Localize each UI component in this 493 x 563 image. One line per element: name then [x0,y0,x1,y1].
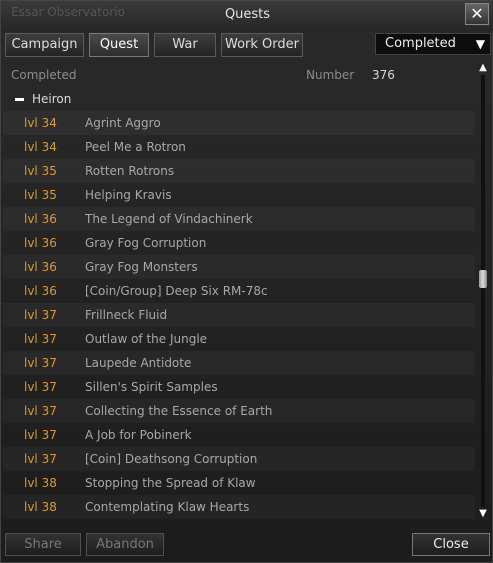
quest-level: lvl 38 [24,476,57,490]
quest-name: Gray Fog Monsters [85,260,198,274]
number-value: 376 [372,68,395,82]
quest-list: lvl 34 Agrint Aggro lvl 34 Peel Me a Rotron… [3,111,475,519]
quest-level: lvl 37 [24,356,57,370]
quest-level: lvl 37 [24,404,57,418]
quest-level: lvl 36 [24,212,57,226]
quest-row[interactable]: lvl 37 [Coin] Deathsong Corruption [3,447,475,471]
quest-row[interactable]: lvl 37 Frillneck Fluid [3,303,475,327]
quest-name: The Legend of Vindachinerk [85,212,253,226]
window-title: Quests [224,7,271,22]
quest-level: lvl 37 [24,308,57,322]
quest-row[interactable]: lvl 36 [Coin/Group] Deep Six RM-78c [3,279,475,303]
quest-row[interactable]: lvl 37 Outlaw of the Jungle [3,327,475,351]
quest-row[interactable]: lvl 37 Sillen's Spirit Samples [3,375,475,399]
quest-row[interactable]: lvl 37 Laupede Antidote [3,351,475,375]
quest-name: Outlaw of the Jungle [85,332,208,346]
quest-level: lvl 36 [24,284,57,298]
quest-level: lvl 35 [24,188,57,202]
quest-row[interactable]: lvl 37 A Job for Pobinerk [3,423,475,447]
share-button[interactable]: Share [5,533,81,556]
quest-name: Peel Me a Rotron [85,140,186,154]
title-bar[interactable]: Essar Observatorio Quests ✕ [1,1,493,31]
quest-row[interactable]: lvl 35 Helping Kravis [3,183,475,207]
quest-list-panel: Completed Number 376 Heiron lvl 34 Agrint… [3,61,475,521]
tab-campaign[interactable]: Campaign [5,33,84,57]
chevron-down-icon: ▼ [475,37,485,51]
scroll-track[interactable] [481,75,485,507]
collapse-icon[interactable] [15,98,24,101]
bottom-bar: Share Abandon Close [1,531,493,563]
quest-row[interactable]: lvl 34 Peel Me a Rotron [3,135,475,159]
quest-name: Contemplating Klaw Hearts [85,500,250,514]
quest-row[interactable]: lvl 34 Agrint Aggro [3,111,475,135]
quest-name: Helping Kravis [85,188,172,202]
tab-quest[interactable]: Quest [89,33,149,57]
quest-name: [Coin/Group] Deep Six RM-78c [85,284,268,298]
quest-row[interactable]: lvl 36 Gray Fog Monsters [3,255,475,279]
quest-level: lvl 36 [24,236,57,250]
quest-window: Essar Observatorio Quests ✕ Campaign Que… [0,0,493,563]
status-filter-dropdown[interactable]: Completed ▼ [375,33,491,55]
quest-level: lvl 37 [24,452,57,466]
quest-level: lvl 37 [24,380,57,394]
quest-name: Stopping the Spread of Klaw [85,476,256,490]
quest-name: A Job for Pobinerk [85,428,192,442]
status-filter-value: Completed [385,36,456,51]
quest-level: lvl 34 [24,116,57,130]
quest-name: Frillneck Fluid [85,308,168,322]
scroll-down-icon[interactable]: ▼ [476,507,490,521]
close-button[interactable]: Close [412,533,490,556]
abandon-button[interactable]: Abandon [86,533,164,556]
quest-name: Sillen's Spirit Samples [85,380,218,394]
quest-level: lvl 36 [24,260,57,274]
group-heiron[interactable]: Heiron [15,92,71,106]
group-label: Heiron [32,92,72,106]
quest-level: lvl 34 [24,140,57,154]
scrollbar[interactable]: ▲ ▼ [476,61,490,521]
completed-label: Completed [11,68,77,82]
scroll-up-icon[interactable]: ▲ [476,61,490,75]
quest-row[interactable]: lvl 36 The Legend of Vindachinerk [3,207,475,231]
scroll-thumb[interactable] [479,269,487,288]
quest-name: Collecting the Essence of Earth [85,404,273,418]
number-label: Number [306,68,355,82]
quest-level: lvl 37 [24,332,57,346]
close-icon[interactable]: ✕ [465,3,489,25]
quest-level: lvl 35 [24,164,57,178]
tab-work-order[interactable]: Work Order [221,33,303,57]
quest-name: Agrint Aggro [85,116,161,130]
tab-war[interactable]: War [154,33,216,57]
quest-row[interactable]: lvl 37 Collecting the Essence of Earth [3,399,475,423]
quest-level: lvl 38 [24,500,57,514]
quest-level: lvl 37 [24,428,57,442]
quest-name: Rotten Rotrons [85,164,175,178]
quest-row[interactable]: lvl 38 Stopping the Spread of Klaw [3,471,475,495]
quest-row[interactable]: lvl 35 Rotten Rotrons [3,159,475,183]
quest-name: [Coin] Deathsong Corruption [85,452,258,466]
quest-name: Laupede Antidote [85,356,192,370]
quest-name: Gray Fog Corruption [85,236,207,250]
quest-row[interactable]: lvl 38 Contemplating Klaw Hearts [3,495,475,519]
quest-row[interactable]: lvl 36 Gray Fog Corruption [3,231,475,255]
